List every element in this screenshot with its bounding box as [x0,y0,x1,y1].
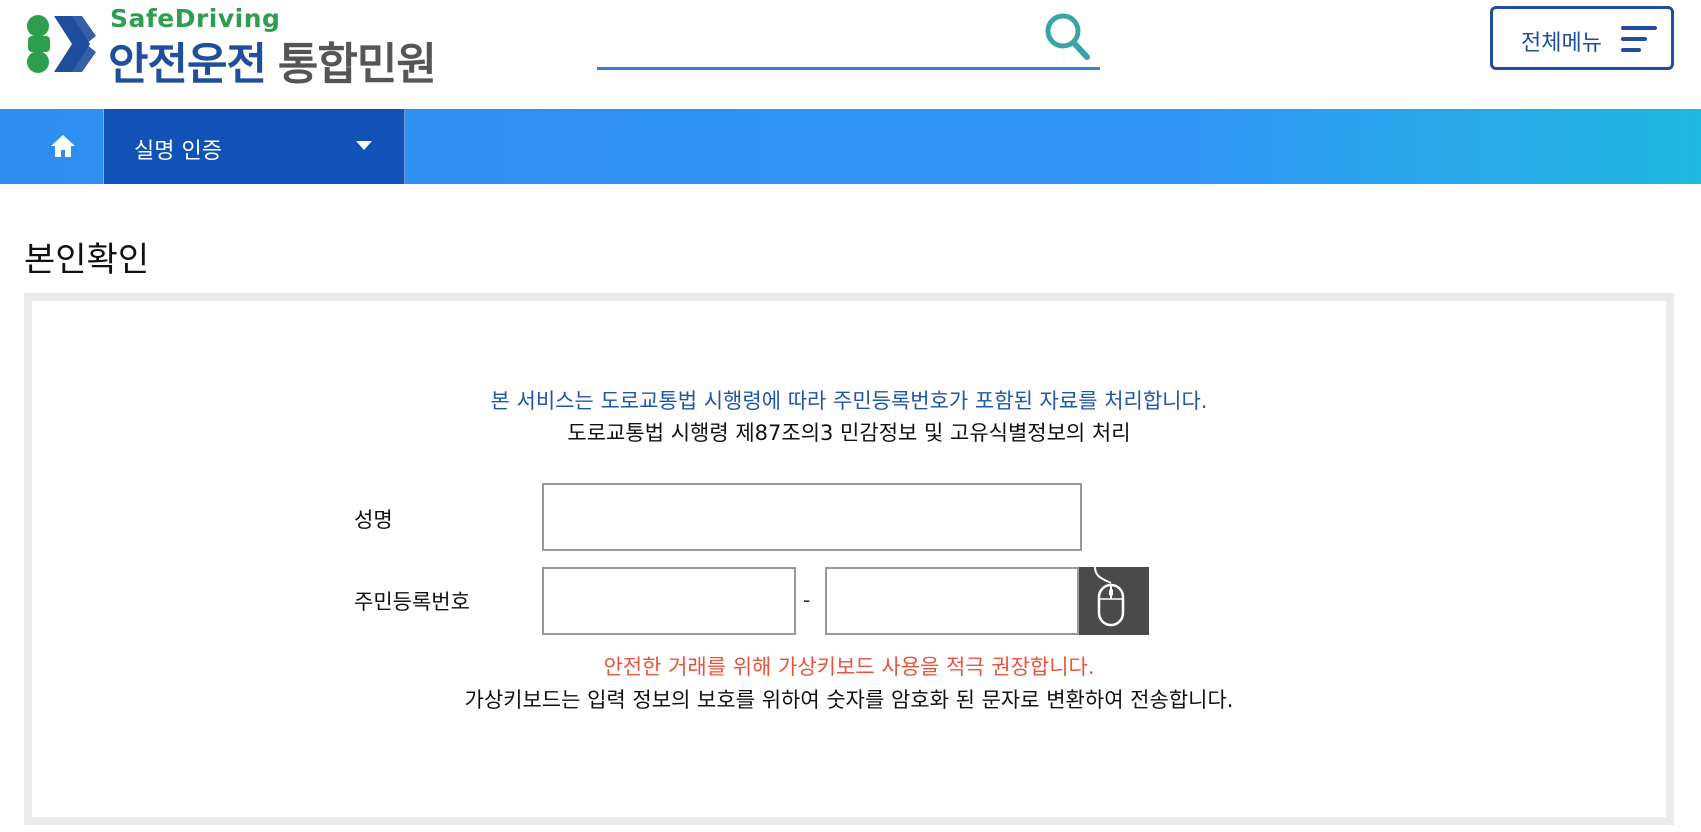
page-title: 본인확인 [24,240,150,280]
nav-bar: 실명 인증 [0,109,1701,184]
caret-down-icon [356,141,372,150]
name-label: 성명 [354,508,393,532]
nav-category-label: 실명 인증 [134,139,222,164]
rrn-label: 주민등록번호 [354,590,470,614]
rrn-front-input[interactable] [542,567,796,635]
nav-category-dropdown[interactable]: 실명 인증 [104,109,405,184]
virtual-keyboard-button[interactable] [1079,567,1149,635]
search-input[interactable] [597,16,1037,62]
legal-notice: 본 서비스는 도로교통법 시행령에 따라 주민등록번호가 포함된 자료를 처리합… [490,389,1208,413]
home-icon [51,135,75,157]
site-logo[interactable]: SafeDriving 안전운전 통합민원 [24,4,444,90]
name-input[interactable] [542,483,1082,551]
hamburger-icon [1621,26,1657,52]
identity-verification-panel: 본 서비스는 도로교통법 시행령에 따라 주민등록번호가 포함된 자료를 처리합… [24,293,1674,825]
rrn-separator: - [803,588,811,612]
logo-title: 안전운전 통합민원 [108,28,437,92]
mouse-icon [1094,567,1125,627]
virtual-keyboard-recommendation: 안전한 거래를 위해 가상키보드 사용을 적극 권장합니다. [603,655,1095,679]
rrn-back-input[interactable] [825,567,1079,635]
search-bar [597,6,1100,70]
search-icon[interactable] [1042,10,1092,64]
all-menu-label: 전체메뉴 [1521,31,1602,56]
logo-title-main: 안전운전 [108,39,267,90]
virtual-keyboard-description: 가상키보드는 입력 정보의 보호를 위하여 숫자를 암호화 된 문자로 변환하여… [464,688,1234,712]
home-button[interactable] [0,109,104,184]
logo-title-secondary: 통합민원 [277,39,437,90]
clover-x-logo-icon [27,15,96,73]
all-menu-button[interactable]: 전체메뉴 [1490,6,1674,70]
site-header: SafeDriving 안전운전 통합민원 전체메뉴 [0,0,1701,109]
legal-reference: 도로교통법 시행령 제87조의3 민감정보 및 고유식별정보의 처리 [567,421,1131,445]
